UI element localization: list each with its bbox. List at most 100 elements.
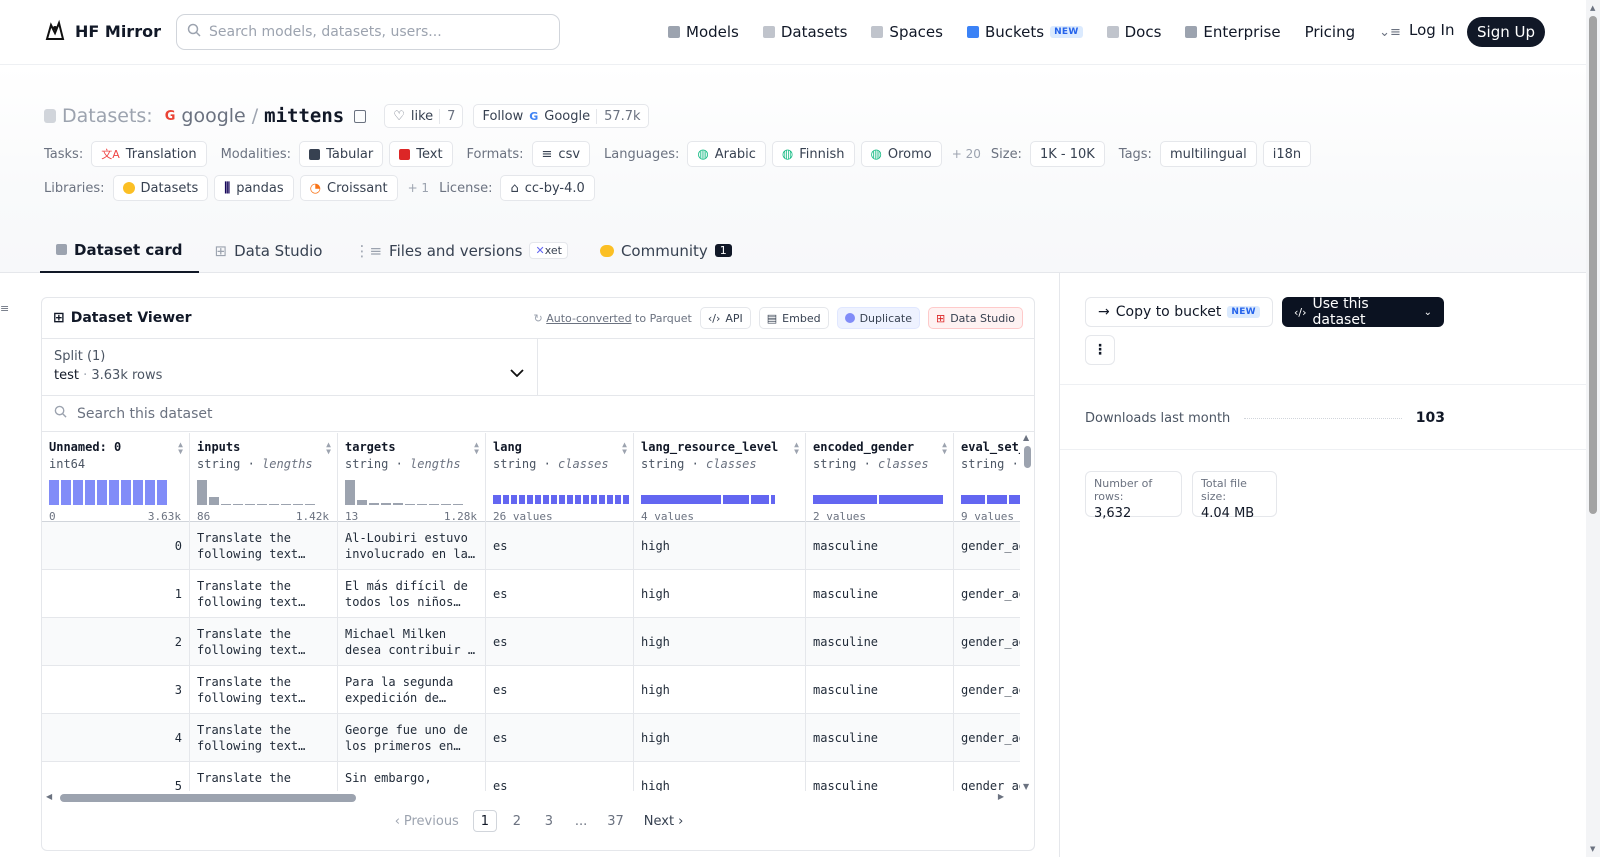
table-cell[interactable]: gender_ag [954,570,1020,618]
library-chip-datasets[interactable]: Datasets [112,175,209,201]
language-chip-finnish[interactable]: ◍ Finnish [771,141,855,167]
sort-icon[interactable]: ▲ ▼ [474,441,479,456]
column-header[interactable]: lang string · classes ▲ ▼ 26 values [486,433,633,523]
use-this-dataset-button[interactable]: ‹/› Use this dataset ⌄ [1282,296,1444,328]
page-1-button[interactable]: 1 [472,810,497,832]
library-chip-croissant[interactable]: ◔ Croissant [299,175,398,201]
table-cell[interactable]: gender_ag [954,714,1020,762]
dataset-search-input[interactable]: Search this dataset [42,396,1034,432]
column-header[interactable]: Unnamed: 0 int64 ▲ ▼ 0 3.63k [42,433,189,523]
table-vertical-scrollbar[interactable]: ▲ ▼ [1022,433,1032,791]
table-cell[interactable]: Translate the following text… [190,666,337,714]
tag-chip-i18n[interactable]: i18n [1262,141,1312,167]
nav-datasets[interactable]: Datasets [762,18,847,46]
table-cell[interactable]: 5 [42,762,189,791]
nav-models[interactable]: Models [668,18,739,46]
table-cell[interactable]: high [634,618,805,666]
table-cell[interactable]: high [634,570,805,618]
table-cell[interactable]: Al-Loubiri estuvo involucrado en la… [338,522,485,570]
table-cell[interactable]: es [486,714,633,762]
table-cell[interactable]: gender_ag [954,666,1020,714]
table-cell[interactable]: Sin embargo, [338,762,485,791]
like-button[interactable]: ♡ like 7 [384,104,464,128]
table-cell[interactable]: 3 [42,666,189,714]
libraries-more[interactable]: + 1 [408,181,430,195]
sort-icon[interactable]: ▲ ▼ [178,441,183,456]
login-link[interactable]: Log In [1409,21,1455,39]
license-chip[interactable]: ⌂ cc-by-4.0 [500,175,595,201]
tab-community[interactable]: Community 1 [584,228,748,273]
tab-dataset-card[interactable]: Dataset card [40,228,199,273]
language-chip-oromo[interactable]: ◍ Oromo [860,141,942,167]
nav-buckets[interactable]: Buckets NEW [966,18,1083,46]
signup-button[interactable]: Sign Up [1467,17,1545,47]
table-cell[interactable]: Translate the following text… [190,522,337,570]
modality-chip-text[interactable]: Text [389,141,453,167]
table-cell[interactable]: masculine [806,714,953,762]
repo-name-link[interactable]: mittens [264,105,344,127]
table-cell[interactable]: 4 [42,714,189,762]
table-cell[interactable]: Para la segunda expedición de… [338,666,485,714]
modality-chip-tabular[interactable]: Tabular [299,141,384,167]
table-cell[interactable]: masculine [806,666,953,714]
table-cell[interactable]: high [634,762,805,791]
copy-to-bucket-button[interactable]: → Copy to bucket NEW [1085,297,1273,327]
table-cell[interactable]: gender_ag [954,618,1020,666]
auto-converted-link[interactable]: Auto-converted [546,312,631,325]
table-cell[interactable]: masculine [806,570,953,618]
page-scrollbar[interactable]: ▲ ▼ [1586,0,1600,857]
table-cell[interactable]: 2 [42,618,189,666]
page-3-button[interactable]: 3 [537,810,561,832]
previous-page-button[interactable]: ‹ Previous [389,810,465,832]
table-cell[interactable]: Translate the [190,762,337,791]
table-cell[interactable]: masculine [806,618,953,666]
column-header[interactable]: encoded_gender string · classes ▲ ▼ 2 val… [806,433,953,523]
api-button[interactable]: ‹/› API [699,307,751,329]
data-studio-button[interactable]: ⊞ Data Studio [927,307,1023,329]
table-cell[interactable]: 0 [42,522,189,570]
tab-data-studio[interactable]: ⊞ Data Studio [199,228,339,273]
split-select[interactable]: Split (1) test · 3.63k rows [42,339,538,395]
column-header[interactable]: eval_set_ string · c 9 values [954,433,1020,523]
table-cell[interactable]: masculine [806,522,953,570]
column-header[interactable]: targets string · lengths ▲ ▼ 13 1.28k [338,433,485,523]
table-horizontal-scrollbar[interactable]: ◀ ▶ [46,792,1004,804]
nav-pricing[interactable]: Pricing [1305,18,1356,46]
sort-icon[interactable]: ▲ ▼ [622,441,627,456]
sort-icon[interactable]: ▲ ▼ [794,441,799,456]
language-chip-arabic[interactable]: ◍ Arabic [687,141,766,167]
nav-enterprise[interactable]: Enterprise [1185,18,1281,46]
table-cell[interactable]: gender_ag [954,522,1020,570]
table-cell[interactable]: high [634,714,805,762]
duplicate-button[interactable]: Duplicate [836,307,920,329]
nav-more-menu[interactable]: ⌄≡ [1379,18,1401,46]
tab-files-and-versions[interactable]: ⋮≡ Files and versions ✕xet [338,228,584,273]
page-2-button[interactable]: 2 [505,810,529,832]
global-search-input[interactable]: Search models, datasets, users... [176,14,560,50]
table-cell[interactable]: Michael Milken desea contribuir … [338,618,485,666]
sort-icon[interactable]: ▲ ▼ [326,441,331,456]
languages-more[interactable]: + 20 [952,147,981,161]
column-header[interactable]: lang_resource_level string · classes ▲ ▼ … [634,433,805,523]
brand-logo[interactable]: HF Mirror [43,19,161,43]
sidebar-toggle-icon[interactable]: ≡ [0,302,10,315]
table-cell[interactable]: George fue uno de los primeros en… [338,714,485,762]
column-header[interactable]: inputs string · lengths ▲ ▼ 86 1.42k [190,433,337,523]
nav-docs[interactable]: Docs [1106,18,1161,46]
repo-owner-link[interactable]: google [181,105,245,127]
table-cell[interactable]: es [486,522,633,570]
table-cell[interactable]: El más difícil de todos los niños… [338,570,485,618]
table-cell[interactable]: high [634,522,805,570]
table-cell[interactable]: Translate the following text… [190,618,337,666]
format-chip-csv[interactable]: ≡ csv [531,141,591,167]
nav-spaces[interactable]: Spaces [871,18,943,46]
table-cell[interactable]: es [486,666,633,714]
library-chip-pandas[interactable]: ⫼ pandas [214,175,294,201]
table-cell[interactable]: 1 [42,570,189,618]
next-page-button[interactable]: Next › [638,810,690,832]
table-cell[interactable]: es [486,570,633,618]
table-cell[interactable]: Translate the following text… [190,714,337,762]
table-cell[interactable]: Translate the following text… [190,570,337,618]
copy-icon[interactable] [354,109,367,123]
table-cell[interactable]: es [486,762,633,791]
